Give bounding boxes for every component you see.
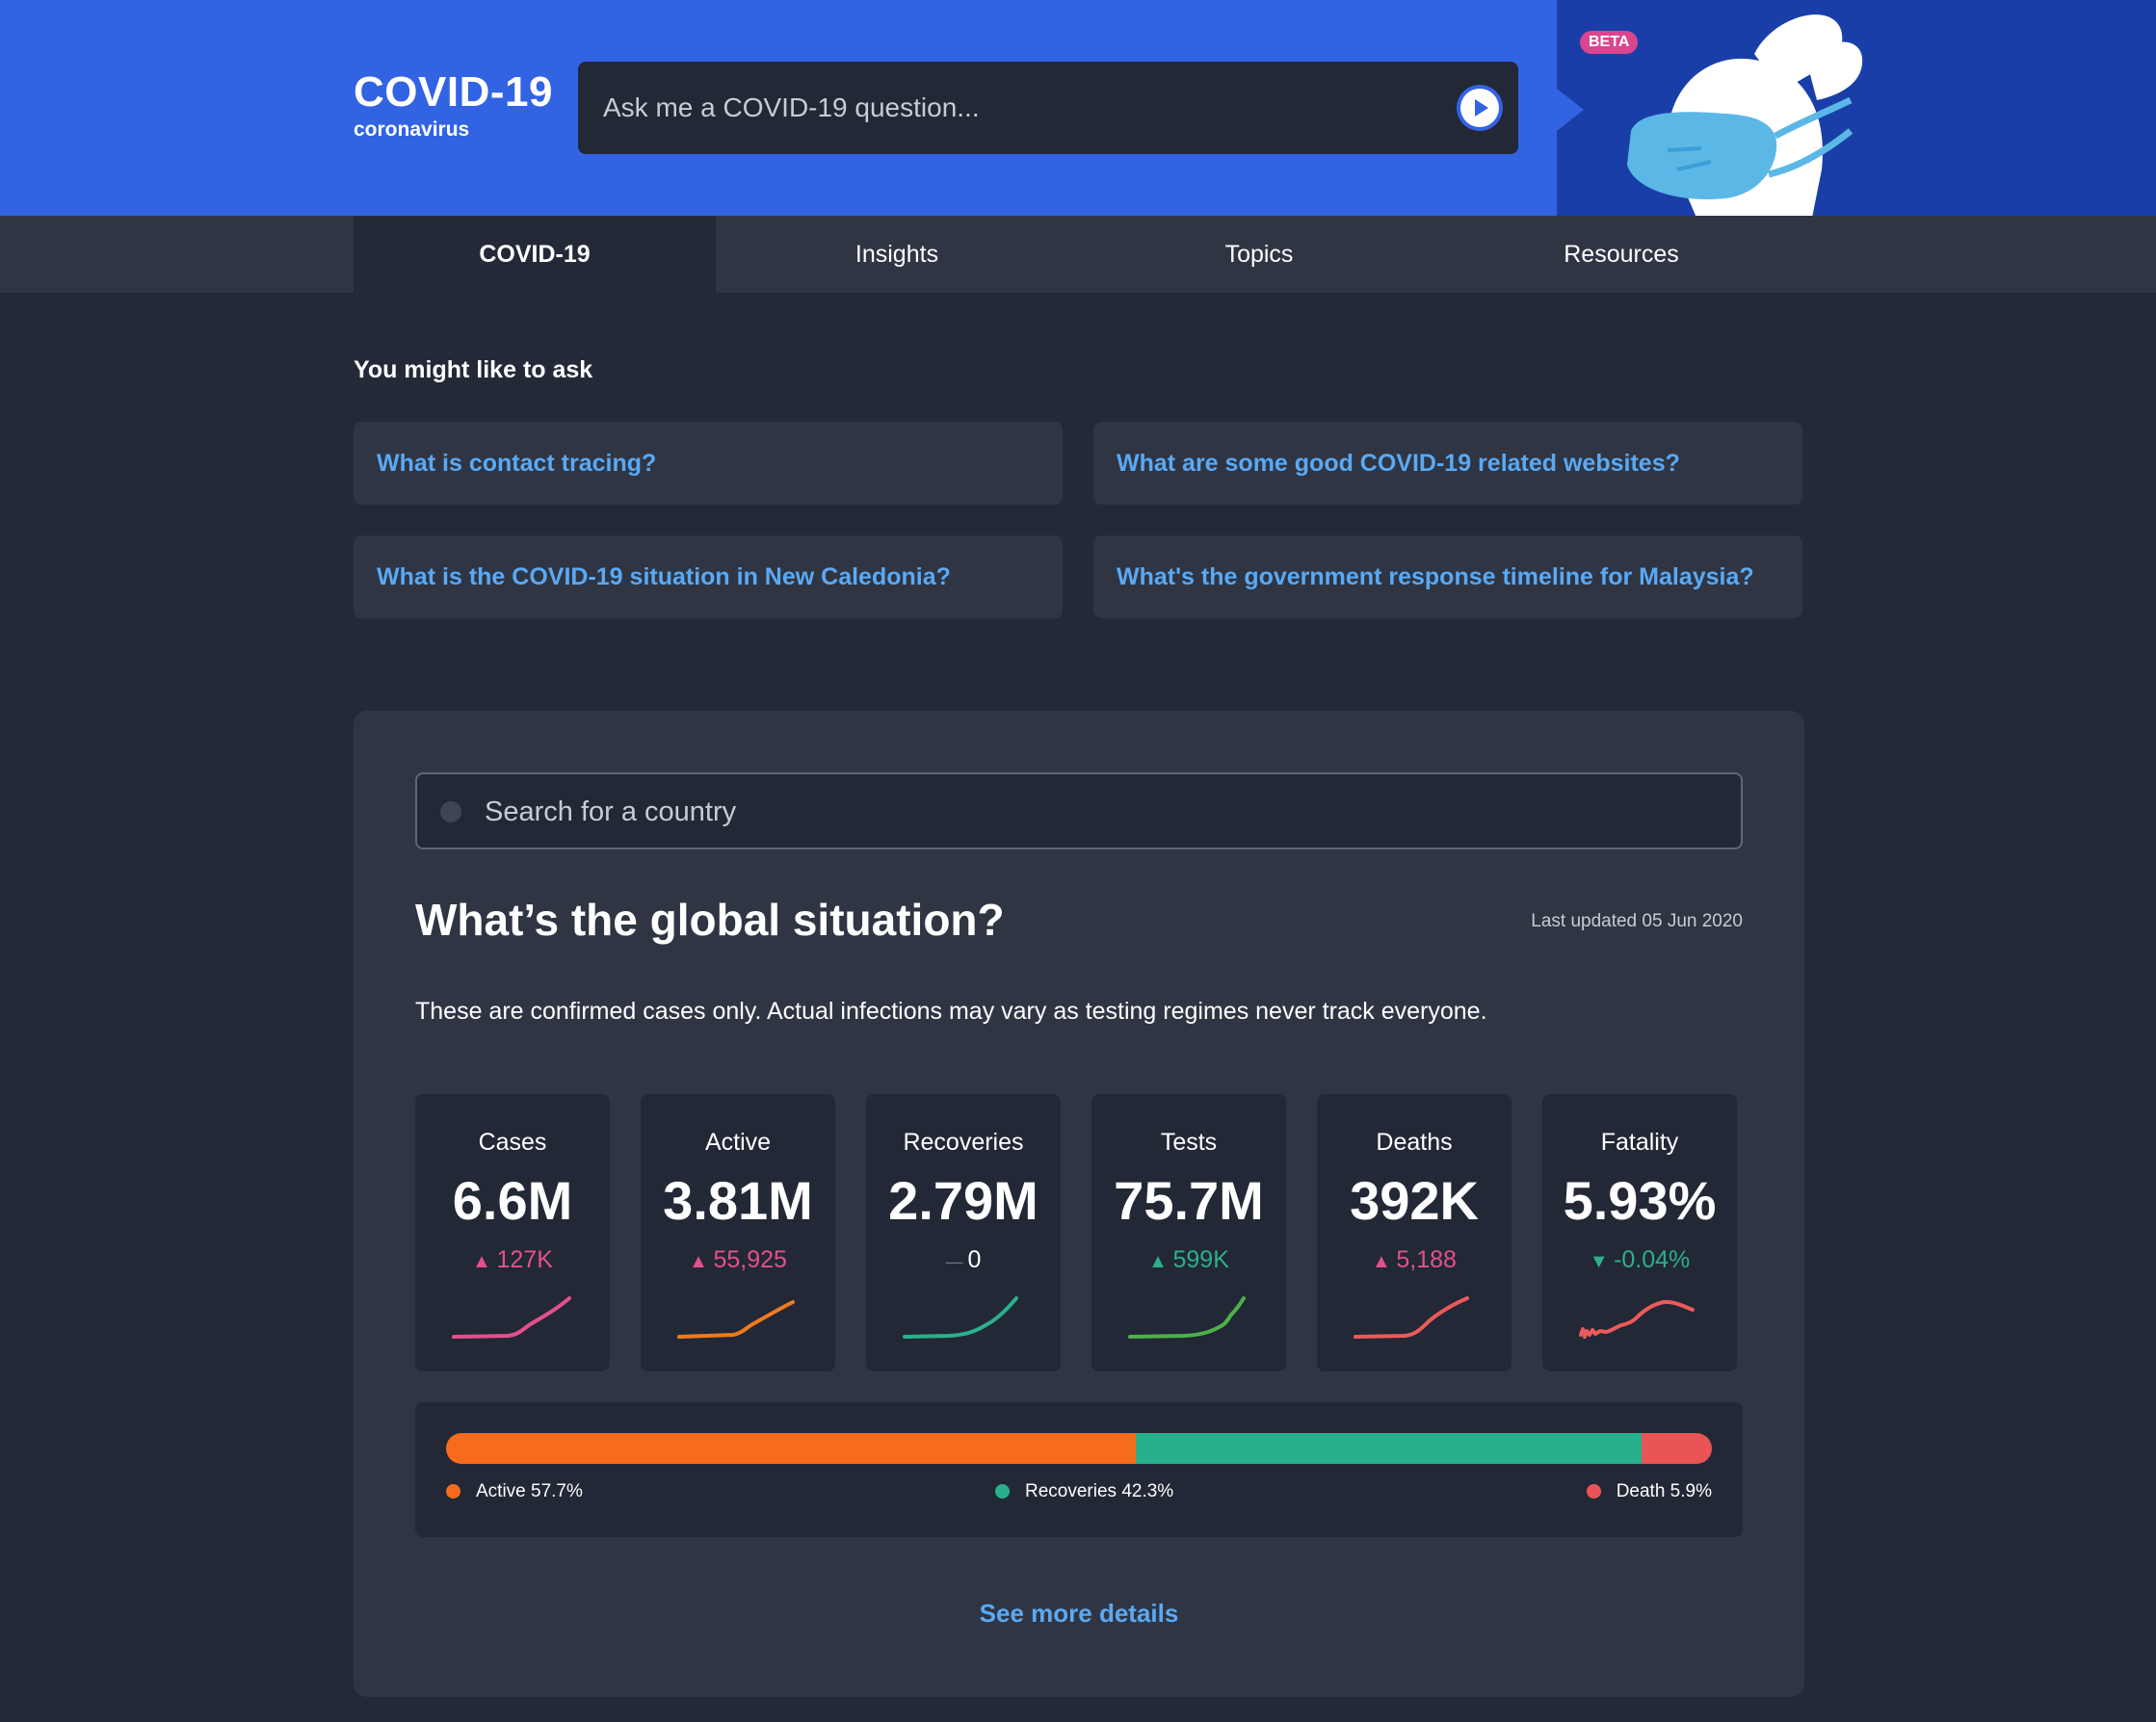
legend-label: Death 5.9% xyxy=(1616,1481,1712,1501)
tab-topics[interactable]: Topics xyxy=(1078,216,1440,293)
stat-label: Deaths xyxy=(1376,1129,1453,1156)
legend-dot xyxy=(446,1484,460,1499)
stat-label: Recoveries xyxy=(903,1129,1024,1156)
stat-change-value: 5,188 xyxy=(1396,1246,1457,1273)
brand-title: COVID-19 xyxy=(354,68,553,116)
legend-dot xyxy=(995,1484,1010,1499)
tab-covid-19[interactable]: COVID-19 xyxy=(354,216,716,293)
sparkline xyxy=(1128,1296,1246,1339)
suggested-question[interactable]: What's the government response timeline … xyxy=(1093,535,1802,618)
arrow-up-icon: ▲ xyxy=(472,1251,497,1272)
play-icon xyxy=(1460,89,1499,127)
ask-send-button[interactable] xyxy=(1457,85,1503,131)
legend-active: Active 57.7% xyxy=(446,1481,583,1502)
sparkline xyxy=(1354,1296,1469,1339)
tab-resources[interactable]: Resources xyxy=(1440,216,1802,293)
global-situation-card: What’s the global situation? Last update… xyxy=(354,711,1804,1697)
country-search-box xyxy=(415,772,1743,849)
stat-change-value: 599K xyxy=(1172,1246,1229,1273)
legend-label: Recoveries 42.3% xyxy=(1025,1481,1174,1501)
stat-label: Fatality xyxy=(1600,1129,1679,1156)
mascot-pointer xyxy=(1557,89,1584,131)
sparkline xyxy=(1579,1299,1695,1339)
stat-change-value: 55,925 xyxy=(713,1246,787,1273)
legend-death: Death 5.9% xyxy=(1586,1481,1712,1502)
stat-card-fatality: Fatality 5.93% ▼ -0.04% xyxy=(1542,1094,1737,1371)
stat-change: — 0 xyxy=(866,1246,1061,1274)
disclaimer-text: These are confirmed cases only. Actual i… xyxy=(415,998,1487,1025)
mascot-panel: BETA xyxy=(1557,0,2156,216)
stat-change: ▲ 55,925 xyxy=(641,1246,835,1274)
legend-dot xyxy=(1586,1484,1601,1499)
sparkline xyxy=(452,1296,571,1339)
ask-question-box xyxy=(578,62,1518,154)
tab-insights[interactable]: Insights xyxy=(716,216,1078,293)
stat-value: 6.6M xyxy=(452,1170,573,1231)
masked-rabbit-mascot-icon xyxy=(1627,14,1863,216)
distribution-segment-recoveries xyxy=(1135,1433,1642,1464)
stat-change-value: -0.04% xyxy=(1614,1246,1691,1273)
distribution-segment-active xyxy=(446,1433,1136,1464)
distribution-panel: Active 57.7% Recoveries 42.3% Death 5.9% xyxy=(415,1402,1743,1537)
stat-value: 3.81M xyxy=(663,1170,813,1231)
search-icon xyxy=(440,801,461,822)
stat-value: 392K xyxy=(1350,1170,1479,1231)
distribution-segment-death xyxy=(1641,1433,1712,1464)
stat-label: Cases xyxy=(478,1129,547,1156)
see-more-details-link[interactable]: See more details xyxy=(354,1599,1804,1629)
brand[interactable]: COVID-19 coronavirus xyxy=(354,67,553,143)
suggested-question[interactable]: What is contact tracing? xyxy=(354,422,1063,505)
legend-label: Active 57.7% xyxy=(476,1481,583,1501)
stat-card-deaths: Deaths 392K ▲ 5,188 xyxy=(1317,1094,1512,1371)
legend-recoveries: Recoveries 42.3% xyxy=(995,1481,1173,1502)
main-nav: COVID-19 Insights Topics Resources xyxy=(0,216,2156,293)
suggested-question[interactable]: What is the COVID-19 situation in New Ca… xyxy=(354,535,1063,618)
global-title: What’s the global situation? xyxy=(415,895,1005,945)
stat-change: ▲ 599K xyxy=(1091,1246,1286,1274)
arrow-up-icon: ▲ xyxy=(1148,1251,1173,1272)
stat-change: ▲ 127K xyxy=(415,1246,610,1274)
stat-card-tests: Tests 75.7M ▲ 599K xyxy=(1091,1094,1286,1371)
stat-value: 75.7M xyxy=(1114,1170,1264,1231)
stat-change: ▲ 5,188 xyxy=(1317,1246,1512,1274)
sparkline xyxy=(903,1296,1018,1339)
suggestions-heading: You might like to ask xyxy=(354,356,593,383)
stat-value: 5.93% xyxy=(1563,1170,1717,1231)
distribution-bar xyxy=(446,1433,1712,1464)
arrow-down-icon: ▼ xyxy=(1589,1251,1615,1272)
sparkline xyxy=(677,1300,795,1339)
last-updated: Last updated 05 Jun 2020 xyxy=(1531,911,1743,931)
stat-change: ▼ -0.04% xyxy=(1542,1246,1737,1274)
stat-card-active: Active 3.81M ▲ 55,925 xyxy=(641,1094,835,1371)
flat-dash-icon: — xyxy=(945,1252,968,1271)
stat-card-cases: Cases 6.6M ▲ 127K xyxy=(415,1094,610,1371)
arrow-up-icon: ▲ xyxy=(1372,1251,1397,1272)
stat-card-recoveries: Recoveries 2.79M — 0 xyxy=(866,1094,1061,1371)
stat-value: 2.79M xyxy=(888,1170,1039,1231)
stat-label: Tests xyxy=(1160,1129,1218,1156)
stat-change-value: 127K xyxy=(496,1246,553,1273)
arrow-up-icon: ▲ xyxy=(689,1251,714,1272)
ask-question-input[interactable] xyxy=(603,87,1432,129)
stat-change-value: 0 xyxy=(967,1246,982,1273)
stat-label: Active xyxy=(704,1129,772,1156)
suggested-question[interactable]: What are some good COVID-19 related webs… xyxy=(1093,422,1802,505)
brand-subtitle: coronavirus xyxy=(354,118,470,141)
country-search-input[interactable] xyxy=(485,792,1641,832)
